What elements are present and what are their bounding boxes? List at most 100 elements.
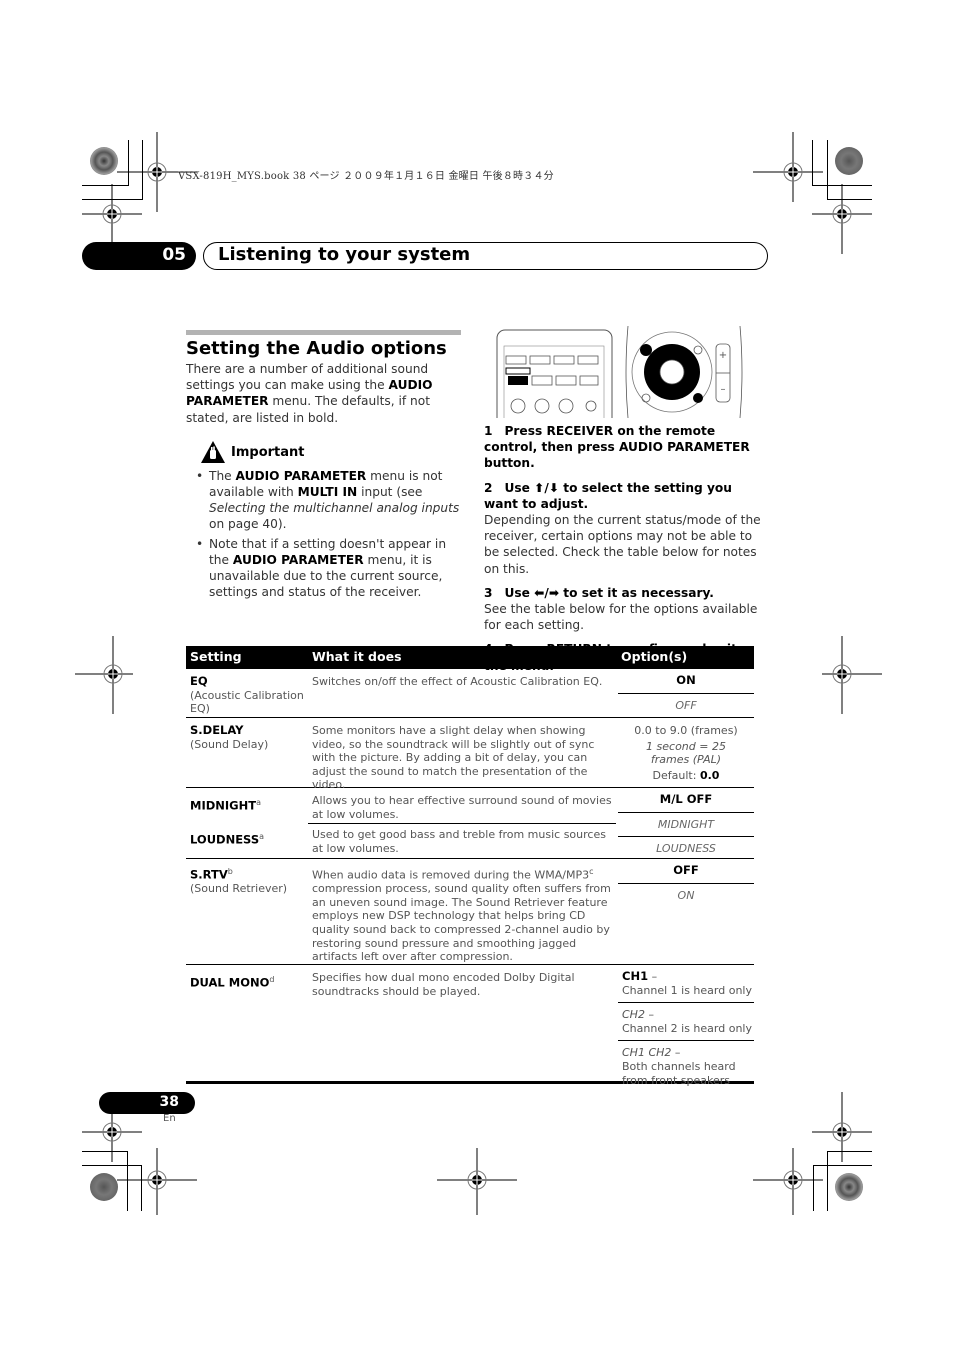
- setting-name: MIDNIGHT: [190, 798, 257, 813]
- step-heading-text: Press RECEIVER on the remote control, th…: [484, 424, 750, 471]
- left-right-arrow-icon: ⬅/➡: [534, 585, 560, 600]
- option-value: CH2 – Channel 2 is heard only: [618, 1003, 754, 1042]
- options-cell: CH1 – Channel 1 is heard only CH2 – Channe…: [618, 965, 754, 1092]
- setting-name: EQ: [190, 674, 208, 688]
- option-dash: –: [644, 1008, 654, 1022]
- table-row: S.DELAY (Sound Delay) Some monitors have …: [186, 718, 754, 791]
- step-number: 1: [484, 424, 493, 438]
- option-label: CH1: [622, 969, 649, 983]
- footnote-marker: b: [227, 867, 233, 876]
- registration-mark-icon: [437, 1148, 517, 1215]
- color-swirl-icon: [835, 1173, 863, 1201]
- setting-cell: S.DELAY (Sound Delay): [190, 723, 308, 751]
- step-3: 3 Use ⬅/➡ to set it as necessary. See the…: [484, 585, 762, 634]
- setting-subtitle: (Acoustic Calibration EQ): [190, 688, 304, 716]
- step-body: See the table below for the options avai…: [484, 602, 758, 633]
- steps-list: 1 Press RECEIVER on the remote control, t…: [484, 423, 762, 682]
- table-row: S.RTVb (Sound Retriever) When audio data …: [186, 859, 754, 965]
- option-default: Default: 0.0: [618, 769, 754, 783]
- remote-control-illustration: + –: [496, 326, 743, 418]
- default-label: Default:: [652, 768, 700, 782]
- options-cell: 0.0 to 9.0 (frames) 1 second = 25 frames…: [618, 724, 754, 782]
- option-value: M/L OFF: [618, 788, 754, 813]
- row-divider: [308, 823, 616, 824]
- section-intro: There are a number of additional sound s…: [186, 361, 466, 426]
- registration-mark-icon: [753, 1148, 823, 1215]
- footnote-marker: a: [259, 832, 265, 841]
- chapter-title: Listening to your system: [218, 244, 471, 265]
- setting-name: LOUDNESS: [190, 832, 260, 847]
- bullet-text: The: [209, 469, 236, 483]
- option-value: MIDNIGHT: [618, 813, 754, 838]
- setting-subtitle: (Sound Retriever): [190, 882, 288, 896]
- option-text: Both channels heard from front speakers: [622, 1059, 736, 1087]
- option-value: LOUDNESS: [656, 842, 716, 856]
- setting-description: Specifies how dual mono encoded Dolby Di…: [312, 971, 575, 998]
- option-note: 1 second = 25 frames (PAL): [646, 739, 726, 767]
- bullet-item: The AUDIO PARAMETER menu is not availabl…: [196, 468, 466, 532]
- default-value: 0.0: [699, 768, 720, 782]
- step-number: 3: [484, 585, 493, 600]
- option-label: CH1 CH2: [622, 1046, 672, 1060]
- setting-description: Switches on/off the effect of Acoustic C…: [312, 675, 603, 688]
- registration-mark-icon: [117, 1148, 197, 1215]
- step-heading: 3 Use ⬅/➡ to set it as necessary.: [484, 585, 762, 601]
- setting-cell: LOUDNESSa: [190, 830, 308, 847]
- setting-cell: DUAL MONOd: [190, 973, 308, 990]
- page-number-tab: 38: [99, 1092, 195, 1114]
- option-value: CH1 CH2 – Both channels heard from front …: [618, 1041, 754, 1092]
- step-heading: 2 Use ⬆/⬇ to select the setting you want …: [484, 480, 762, 512]
- setting-description: Used to get good bass and treble from mu…: [312, 828, 606, 855]
- bullet-bold: AUDIO PARAMETER: [235, 469, 367, 483]
- footnote-marker: d: [269, 975, 275, 984]
- setting-subtitle: (Sound Delay): [190, 737, 269, 751]
- step-1: 1 Press RECEIVER on the remote control, t…: [484, 423, 762, 472]
- footnote-marker: a: [256, 798, 261, 807]
- svg-text:+: +: [719, 350, 727, 361]
- table-row: EQ (Acoustic Calibration EQ) Switches on/…: [186, 669, 754, 718]
- bullet-bold: MULTI IN: [297, 485, 358, 499]
- step-heading: 1 Press RECEIVER on the remote control, t…: [484, 423, 762, 472]
- description-text: When audio data is removed during the WM…: [312, 868, 590, 882]
- page-language: En: [163, 1113, 176, 1124]
- svg-text:–: –: [721, 384, 726, 395]
- setting-name: S.DELAY: [190, 723, 244, 737]
- column-header-what-it-does: What it does: [312, 649, 402, 664]
- color-swirl-icon: [90, 147, 118, 175]
- audio-options-table: Setting What it does Option(s) EQ (Acoust…: [186, 646, 754, 1087]
- setting-description: Some monitors have a slight delay when s…: [312, 724, 595, 792]
- footnote-marker: c: [589, 867, 594, 876]
- chapter-title-box: Listening to your system: [203, 242, 768, 270]
- section-title: Setting the Audio options: [186, 338, 447, 359]
- step-heading-text: Use: [504, 585, 535, 600]
- up-down-arrow-icon: ⬆/⬇: [534, 480, 560, 495]
- cross-reference-link[interactable]: Selecting the multichannel analog inputs: [209, 501, 459, 515]
- bullet-item: Note that if a setting doesn't appear in…: [196, 536, 466, 600]
- option-value: CH1 – Channel 1 is heard only: [618, 965, 754, 1004]
- page-number: 38: [159, 1094, 179, 1110]
- option-range: 0.0 to 9.0 (frames): [634, 724, 738, 737]
- setting-cell: S.RTVb (Sound Retriever): [190, 865, 308, 896]
- chapter-number-tab: 05: [82, 242, 196, 270]
- option-text: Channel 2 is heard only: [622, 1021, 752, 1035]
- section-divider: [186, 330, 461, 335]
- color-swirl-icon: [90, 1173, 118, 1201]
- option-value: OFF: [618, 859, 754, 884]
- table-row-group: MIDNIGHTa Allows you to hear effective s…: [186, 788, 754, 859]
- registration-mark-icon: [812, 184, 872, 254]
- step-heading-text: Use: [504, 480, 535, 495]
- option-label: CH2: [622, 1008, 645, 1022]
- description-text: compression process, sound quality often…: [312, 882, 611, 964]
- bullet-bold: AUDIO PARAMETER: [232, 553, 364, 567]
- important-bullets: The AUDIO PARAMETER menu is not availabl…: [196, 468, 466, 604]
- step-number: 2: [484, 480, 493, 495]
- print-file-header: VSX-819H_MYS.book 38 ページ ２００９年１月１６日 金曜日 …: [178, 171, 554, 182]
- options-cell: ON OFF: [618, 669, 754, 717]
- step-2: 2 Use ⬆/⬇ to select the setting you want …: [484, 480, 762, 577]
- setting-description: When audio data is removed during the WM…: [312, 865, 614, 964]
- option-text: Channel 1 is heard only: [622, 983, 752, 997]
- step-body: Depending on the current status/mode of …: [484, 513, 761, 576]
- option-value: OFF: [675, 698, 697, 712]
- setting-name: DUAL MONO: [190, 975, 270, 990]
- table-header: Setting What it does Option(s): [186, 646, 754, 669]
